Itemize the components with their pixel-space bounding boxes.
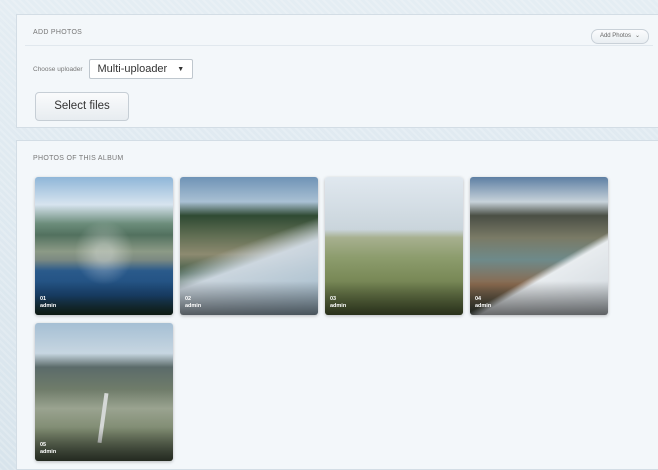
photo-thumbnail[interactable]: 02 admin (180, 177, 318, 315)
album-photos-title: PHOTOS OF THIS ALBUM (33, 155, 124, 162)
album-photos-panel: PHOTOS OF THIS ALBUM 01 admin 02 admin 0… (16, 140, 658, 470)
add-photos-title: ADD PHOTOS (33, 29, 83, 36)
photo-caption: 04 admin (475, 296, 491, 310)
photo-thumbnail[interactable]: 04 admin (470, 177, 608, 315)
photo-thumbnail[interactable]: 01 admin (35, 177, 173, 315)
uploader-select[interactable]: Multi-uploader ▼ (88, 59, 194, 79)
uploader-select-value: Multi-uploader (97, 63, 168, 75)
photo-thumbnail[interactable]: 05 admin (35, 323, 173, 461)
select-files-button[interactable]: Select files (35, 92, 129, 121)
uploader-row: Choose uploader Multi-uploader ▼ (33, 59, 194, 79)
photo-caption: 02 admin (185, 296, 201, 310)
photo-number: 05 (40, 442, 47, 448)
photo-thumbnail[interactable]: 03 admin (325, 177, 463, 315)
chevron-down-icon: ⌄ (634, 33, 640, 39)
photo-user: admin (40, 303, 57, 309)
photo-number: 04 (475, 296, 482, 302)
caret-down-icon: ▼ (177, 65, 185, 73)
photo-user: admin (330, 303, 347, 309)
photo-user: admin (475, 303, 492, 309)
panel-divider (25, 45, 653, 46)
add-photos-menu-button[interactable]: Add Photos ⌄ (590, 29, 649, 44)
photo-number: 02 (185, 296, 192, 302)
add-photos-panel: ADD PHOTOS Add Photos ⌄ Choose uploader M… (16, 14, 658, 128)
photo-number: 01 (40, 296, 47, 302)
photo-caption: 03 admin (330, 296, 346, 310)
add-photos-menu-label: Add Photos (599, 33, 631, 39)
photo-caption: 05 admin (40, 442, 56, 456)
uploader-label: Choose uploader (33, 65, 83, 73)
photo-caption: 01 admin (40, 296, 56, 310)
photo-number: 03 (330, 296, 337, 302)
photo-user: admin (185, 303, 202, 309)
photo-user: admin (40, 449, 57, 455)
